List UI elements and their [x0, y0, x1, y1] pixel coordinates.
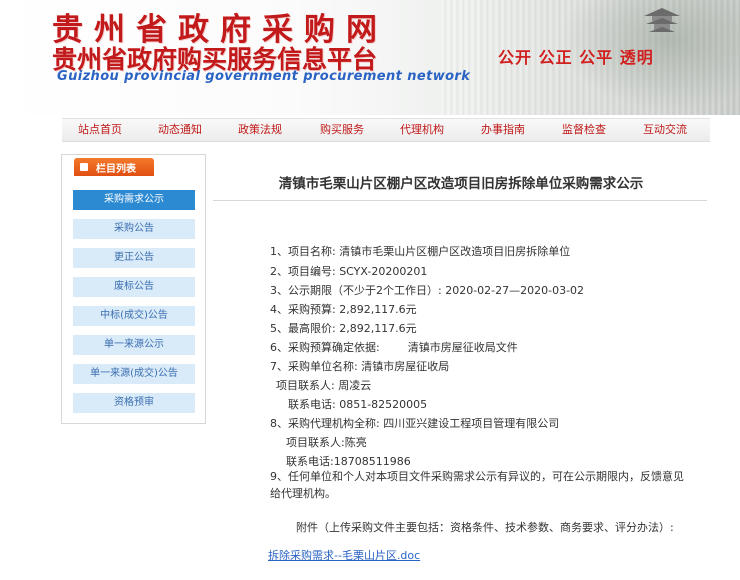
site-slogan: 公开 公正 公平 透明 [498, 48, 654, 67]
sidebar-item-procurement-notice[interactable]: 采购公告 [73, 219, 195, 239]
site-title-english: Guizhou provincial government procuremen… [57, 69, 471, 84]
item-project-number: 2、项目编号: SCYX-20200201 [270, 265, 428, 278]
item-agency-contact: 项目联系人:陈亮 [286, 436, 367, 449]
sidebar-item-single-source[interactable]: 单一来源公示 [73, 335, 195, 355]
sidebar-item-demand-notice[interactable]: 采购需求公示 [73, 190, 195, 210]
item-purchaser-phone: 联系电话: 0851-82520005 [288, 398, 428, 411]
header-banner: 贵州省政府采购网 贵州省政府购买服务信息平台 Guizhou provincia… [0, 0, 740, 115]
sidebar-item-correction-notice[interactable]: 更正公告 [73, 248, 195, 268]
sidebar-item-single-source-award[interactable]: 单一来源(成交)公告 [73, 364, 195, 384]
nav-item-supervision[interactable]: 监督检查 [562, 119, 606, 141]
nav-item-notices[interactable]: 动态通知 [158, 119, 202, 141]
item-agency-phone: 联系电话:18708511986 [286, 455, 411, 468]
attachment-link[interactable]: 拆除采购需求--毛栗山片区.doc [268, 547, 420, 563]
budget-basis-value: 清镇市房屋征收局文件 [407, 341, 518, 354]
budget-basis-label: 6、采购预算确定依据: [270, 341, 380, 354]
nav-item-purchase-services[interactable]: 购买服务 [320, 119, 364, 141]
item-purchaser-name: 7、采购单位名称: 清镇市房屋征收局 [270, 360, 450, 373]
title-divider [213, 200, 707, 201]
page-title: 清镇市毛栗山片区棚户区改造项目旧房拆除单位采购需求公示 [278, 176, 644, 192]
sidebar-item-award-notice[interactable]: 中标(成交)公告 [73, 306, 195, 326]
nav-item-agencies[interactable]: 代理机构 [400, 119, 444, 141]
item-notice-period: 3、公示期限（不少于2个工作日）: 2020-02-27—2020-03-02 [270, 284, 585, 297]
item-budget-basis: 6、采购预算确定依据: 清镇市房屋征收局文件 [270, 339, 518, 355]
item-budget: 4、采购预算: 2,892,117.6元 [270, 303, 417, 316]
nav-item-interaction[interactable]: 互动交流 [643, 119, 687, 141]
sidebar-item-prequalification[interactable]: 资格预审 [73, 393, 195, 413]
sidebar-header: 栏目列表 [74, 158, 154, 176]
item-max-price: 5、最高限价: 2,892,117.6元 [270, 322, 417, 335]
nav-item-policy[interactable]: 政策法规 [238, 119, 282, 141]
sidebar-item-cancel-notice[interactable]: 废标公告 [73, 277, 195, 297]
attachment-heading: 附件（上传采购文件主要包括：资格条件、技术参数、商务要求、评分办法）: [296, 521, 674, 534]
sidebar: 栏目列表 采购需求公示 采购公告 更正公告 废标公告 中标(成交)公告 单一来源… [61, 154, 206, 424]
square-icon [80, 163, 88, 171]
nav-item-home[interactable]: 站点首页 [78, 119, 122, 141]
main-nav: 站点首页 动态通知 政策法规 购买服务 代理机构 办事指南 监督检查 互动交流 [62, 118, 710, 142]
pagoda-icon [644, 8, 680, 32]
nav-item-guide[interactable]: 办事指南 [481, 119, 525, 141]
item-objection-note: 9、任何单位和个人对本项目文件采购需求公示有异议的，可在公示期限内，反馈意见给代… [270, 468, 690, 502]
item-agency-name: 8、采购代理机构全称: 四川亚兴建设工程项目管理有限公司 [270, 417, 560, 430]
objection-note-text: 9、任何单位和个人对本项目文件采购需求公示有异议的，可在公示期限内，反馈意见给代… [270, 470, 684, 500]
sidebar-header-label: 栏目列表 [96, 164, 136, 175]
item-purchaser-contact: 项目联系人: 周凌云 [276, 379, 372, 392]
item-project-name: 1、项目名称: 清镇市毛栗山片区棚户区改造项目旧房拆除单位 [270, 245, 571, 258]
